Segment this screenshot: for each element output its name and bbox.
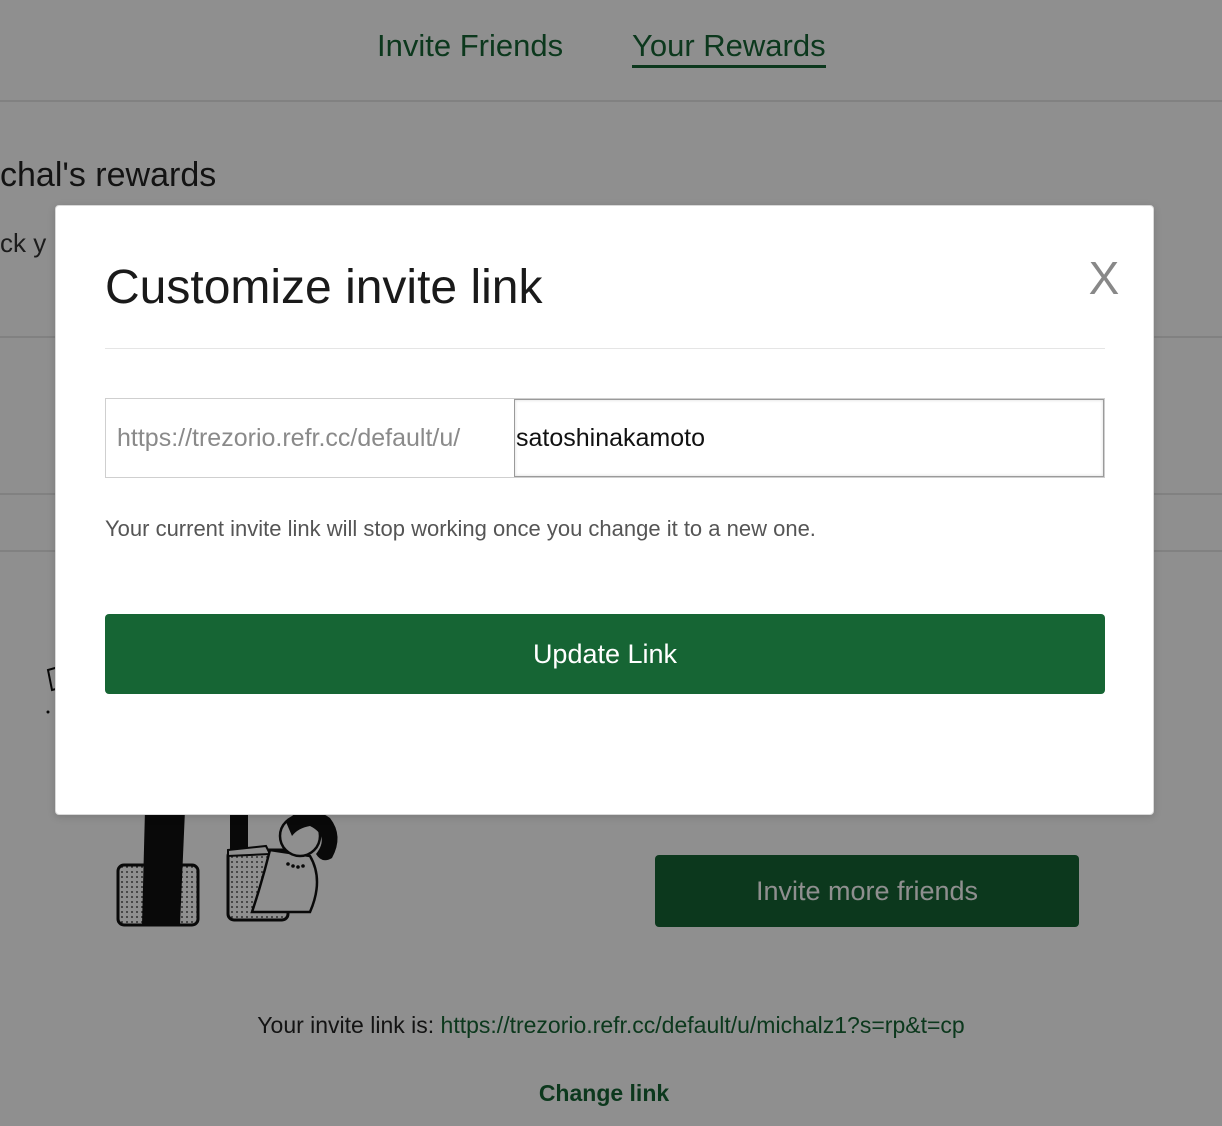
modal-divider — [105, 348, 1105, 349]
helper-text: Your current invite link will stop worki… — [105, 516, 816, 541]
customize-invite-link-modal: Customize invite link X https://trezorio… — [55, 205, 1154, 815]
modal-title: Customize invite link — [105, 261, 543, 314]
url-prefix: https://trezorio.refr.cc/default/u/ — [117, 424, 461, 452]
custom-slug-input[interactable] — [514, 399, 1104, 477]
invite-url-field: https://trezorio.refr.cc/default/u/ — [105, 398, 1105, 478]
update-link-button[interactable]: Update Link — [105, 614, 1105, 694]
close-icon[interactable]: X — [1080, 250, 1128, 306]
